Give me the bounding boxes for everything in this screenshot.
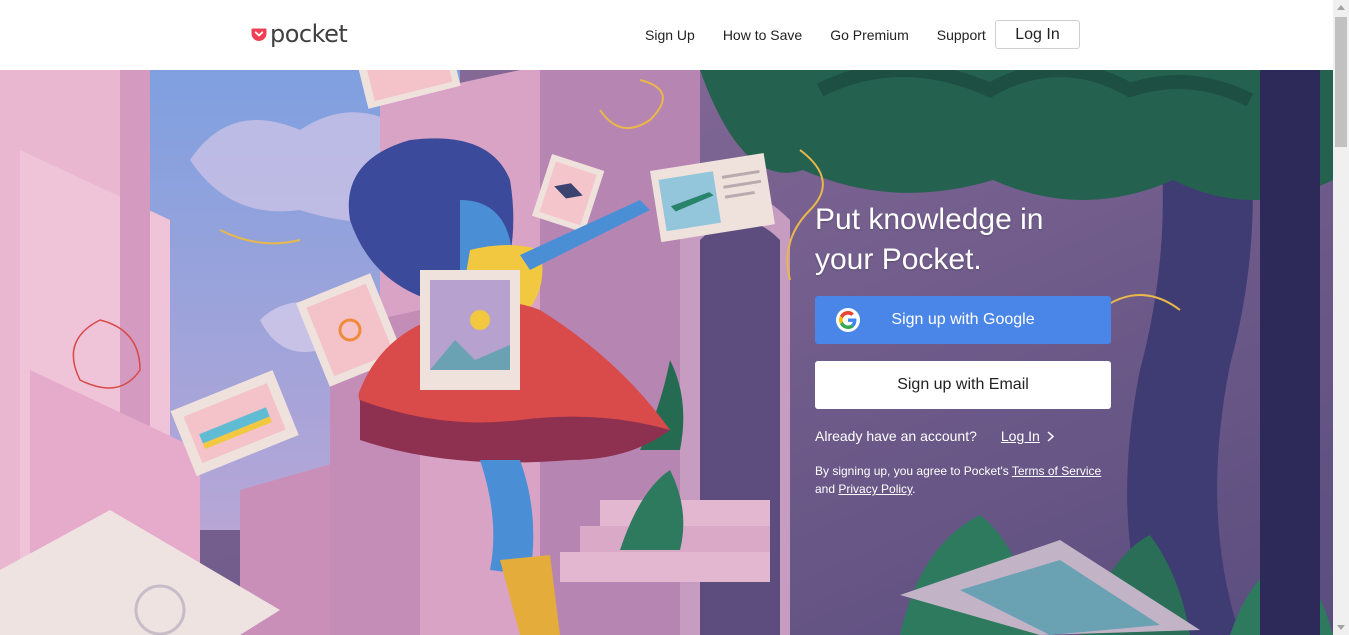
scroll-down-arrow-icon[interactable]	[1337, 625, 1345, 630]
primary-nav: Sign Up How to Save Go Premium Support	[645, 0, 986, 70]
nav-go-premium[interactable]: Go Premium	[830, 27, 909, 43]
vertical-scrollbar[interactable]	[1333, 0, 1349, 635]
pocket-logo-icon	[251, 28, 267, 41]
already-have-account-text: Already have an account?	[815, 428, 977, 444]
nav-how-to-save[interactable]: How to Save	[723, 27, 802, 43]
header-login-button[interactable]: Log In	[995, 20, 1080, 49]
chevron-right-icon	[1047, 430, 1054, 442]
legal-notice: By signing up, you agree to Pocket's Ter…	[815, 462, 1115, 498]
sign-up-google-label: Sign up with Google	[891, 311, 1035, 328]
google-g-icon	[839, 311, 857, 329]
legal-prefix: By signing up, you agree to Pocket's	[815, 464, 1009, 478]
logo-wordmark: pocket	[270, 20, 348, 48]
google-logo-container	[836, 308, 860, 332]
legal-and: and	[815, 482, 836, 496]
hero-login-link[interactable]: Log In	[1001, 428, 1040, 444]
scrollbar-thumb[interactable]	[1335, 17, 1347, 147]
top-navigation-bar: pocket Sign Up How to Save Go Premium Su…	[0, 0, 1333, 71]
signup-panel: Put knowledge in your Pocket. Sign up wi…	[815, 200, 1115, 498]
hero-illustration	[0, 70, 1333, 635]
hero-headline: Put knowledge in your Pocket.	[815, 200, 1115, 280]
hero-section: Put knowledge in your Pocket. Sign up wi…	[0, 70, 1333, 635]
sign-up-google-button[interactable]: Sign up with Google	[815, 296, 1111, 344]
terms-of-service-link[interactable]: Terms of Service	[1012, 464, 1101, 478]
nav-sign-up[interactable]: Sign Up	[645, 27, 695, 43]
headline-line-2: your Pocket.	[815, 243, 982, 276]
existing-account-row: Already have an account? Log In	[815, 428, 1115, 444]
scroll-up-arrow-icon[interactable]	[1337, 5, 1345, 10]
headline-line-1: Put knowledge in	[815, 203, 1044, 236]
privacy-policy-link[interactable]: Privacy Policy	[838, 482, 912, 496]
nav-support[interactable]: Support	[937, 27, 986, 43]
pocket-logo[interactable]: pocket	[251, 20, 348, 48]
legal-suffix: .	[912, 482, 916, 496]
sign-up-email-button[interactable]: Sign up with Email	[815, 361, 1111, 409]
